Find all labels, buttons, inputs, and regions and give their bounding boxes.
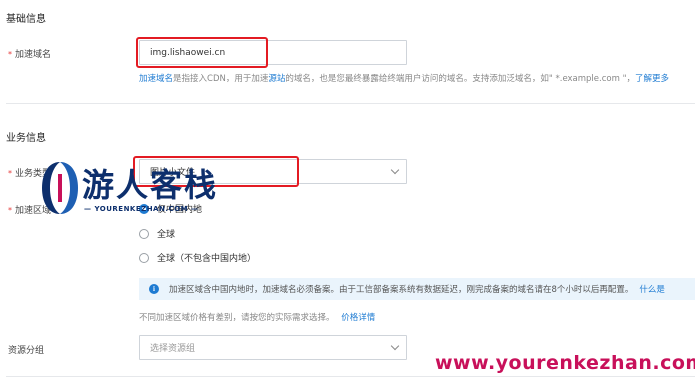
region-info-banner: i 加速区域含中国内地时，加速域名必须备案。由于工信部备案系统有数据延迟，刚完成… bbox=[139, 278, 695, 300]
price-note-text: 不同加速区域价格有差别，请按您的实际需求选择。 bbox=[139, 313, 335, 323]
bottom-divider bbox=[6, 376, 695, 377]
watermark-sub-label: YOURENKEZHAN.COM bbox=[94, 205, 189, 213]
domain-help-link[interactable]: 加速域名 bbox=[139, 74, 173, 84]
info-text: 加速区域含中国内地时，加速域名必须备案。由于工信部备案系统有数据延迟，刚完成备案… bbox=[169, 285, 634, 295]
radio-icon bbox=[139, 252, 149, 263]
domain-label: * 加速域名 bbox=[8, 47, 51, 60]
section-divider bbox=[6, 103, 695, 104]
watermark-sub-text: — YOURENKEZHAN.COM — bbox=[84, 205, 199, 213]
region-option-global[interactable]: 全球 bbox=[139, 227, 175, 240]
resource-group-select[interactable]: 选择资源组 bbox=[139, 335, 407, 360]
business-info-title: 业务信息 bbox=[6, 133, 46, 144]
learn-more-link[interactable]: 了解更多 bbox=[635, 74, 669, 84]
origin-help-link[interactable]: 源站 bbox=[268, 74, 285, 84]
annotation-box-domain bbox=[136, 37, 268, 68]
watermark-url: www.yourenkezhan.com bbox=[435, 352, 695, 374]
required-mark: * bbox=[8, 169, 12, 178]
chevron-down-icon bbox=[390, 341, 400, 351]
domain-label-text: 加速域名 bbox=[15, 50, 52, 60]
watermark-logo-icon bbox=[40, 160, 80, 216]
region-option-label: 全球 bbox=[157, 230, 176, 240]
domain-help-text: 加速域名是指接入CDN，用于加速源站的域名，也是您最终暴露给终端用户访问的域名。… bbox=[139, 72, 669, 84]
price-details-link[interactable]: 价格详情 bbox=[341, 313, 375, 323]
region-option-label: 全球（不包含中国内地） bbox=[157, 254, 257, 264]
info-icon: i bbox=[149, 284, 159, 294]
domain-help-part2: 的域名，也是您最终暴露给终端用户访问的域名。支持添加泛域名，如" *.examp… bbox=[285, 74, 635, 84]
price-note: 不同加速区域价格有差别，请按您的实际需求选择。 价格详情 bbox=[139, 311, 375, 323]
resource-group-placeholder: 选择资源组 bbox=[150, 344, 196, 354]
domain-help-part1: 是指接入CDN，用于加速 bbox=[173, 74, 269, 84]
radio-icon bbox=[139, 228, 149, 239]
required-mark: * bbox=[8, 50, 12, 59]
region-option-global-ex-china[interactable]: 全球（不包含中国内地） bbox=[139, 251, 256, 264]
chevron-down-icon bbox=[390, 165, 400, 175]
required-mark: * bbox=[8, 206, 12, 215]
basic-info-title: 基础信息 bbox=[6, 14, 46, 25]
resource-group-label: 资源分组 bbox=[8, 346, 45, 356]
what-is-link[interactable]: 什么是 bbox=[639, 283, 665, 295]
watermark-cn-text: 游人客栈 bbox=[82, 166, 219, 204]
